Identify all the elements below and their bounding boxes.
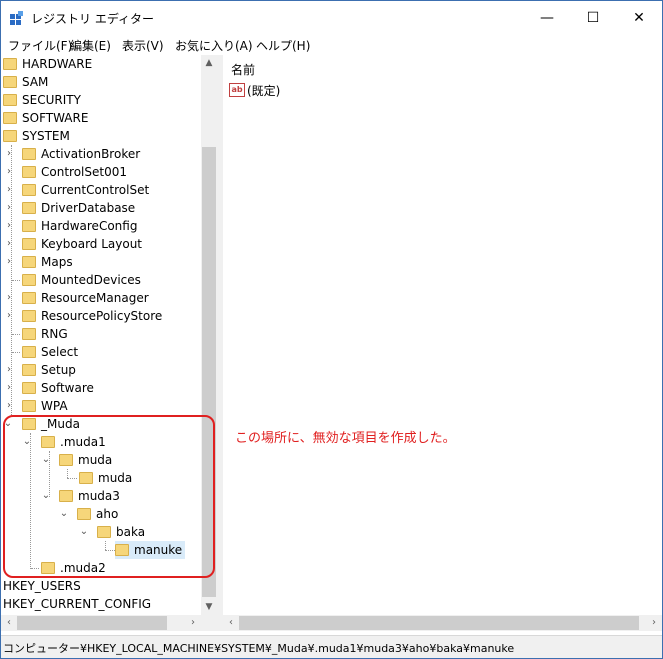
tree-item-resourcepolicystore[interactable]: ResourcePolicyStore <box>22 307 162 325</box>
chevron-right-icon[interactable]: › <box>4 382 14 393</box>
title-bar[interactable]: レジストリ エディター — ☐ ✕ <box>1 1 662 35</box>
status-bar: コンピューター¥HKEY_LOCAL_MACHINE¥SYSTEM¥_Muda¥… <box>1 635 662 658</box>
folder-icon <box>3 94 17 106</box>
chevron-right-icon[interactable]: › <box>4 364 14 375</box>
tree-item-setup[interactable]: Setup <box>22 361 76 379</box>
tree-item-sam[interactable]: SAM <box>3 73 48 91</box>
folder-icon <box>3 130 17 142</box>
menu-view[interactable]: 表示(V) <box>122 37 164 54</box>
highlight-box <box>3 415 215 578</box>
chevron-right-icon[interactable]: › <box>4 292 14 303</box>
folder-icon <box>22 148 36 160</box>
scroll-thumb[interactable] <box>239 616 639 630</box>
chevron-right-icon[interactable]: › <box>4 148 14 159</box>
menu-help[interactable]: ヘルプ(H) <box>256 37 310 54</box>
chevron-right-icon[interactable]: › <box>4 184 14 195</box>
chevron-right-icon[interactable]: › <box>4 400 14 411</box>
minimize-button[interactable]: — <box>524 1 570 35</box>
annotation-text: この場所に、無効な項目を作成した。 <box>235 431 456 446</box>
folder-icon <box>22 184 36 196</box>
folder-icon <box>3 76 17 88</box>
chevron-right-icon[interactable]: › <box>4 310 14 321</box>
tree-item-hkey-users[interactable]: HKEY_USERS <box>3 577 81 595</box>
tree-item-rng[interactable]: RNG <box>22 325 68 343</box>
close-button[interactable]: ✕ <box>616 1 662 35</box>
folder-icon <box>3 58 17 70</box>
folder-icon <box>22 292 36 304</box>
tree-item-system[interactable]: SYSTEM <box>3 127 70 145</box>
scroll-thumb[interactable] <box>17 616 167 630</box>
tree-horizontal-scrollbar[interactable]: ‹ › <box>1 615 217 631</box>
tree-item-currentcontrolset[interactable]: CurrentControlSet <box>22 181 149 199</box>
folder-icon <box>22 220 36 232</box>
tree-item-hardwareconfig[interactable]: HardwareConfig <box>22 217 137 235</box>
scroll-up-icon[interactable]: ▲ <box>201 55 217 71</box>
folder-icon <box>22 238 36 250</box>
tree-item-select[interactable]: Select <box>22 343 78 361</box>
menu-edit[interactable]: 編集(E) <box>70 37 111 54</box>
scroll-left-icon[interactable]: ‹ <box>1 615 17 631</box>
chevron-right-icon[interactable]: › <box>4 202 14 213</box>
folder-icon <box>22 310 36 322</box>
folder-icon <box>22 364 36 376</box>
value-row-default[interactable]: ab (既定) <box>229 81 280 99</box>
tree-item-resourcemanager[interactable]: ResourceManager <box>22 289 149 307</box>
key-path: コンピューター¥HKEY_LOCAL_MACHINE¥SYSTEM¥_Muda¥… <box>3 642 515 655</box>
registry-editor-window: レジストリ エディター — ☐ ✕ ファイル(F) 編集(E) 表示(V) お気… <box>0 0 663 659</box>
tree-item-hkey-current-config[interactable]: HKEY_CURRENT_CONFIG <box>3 595 151 613</box>
tree-item-hardware[interactable]: HARDWARE <box>3 55 92 73</box>
scroll-left-icon[interactable]: ‹ <box>223 615 239 631</box>
folder-icon <box>22 400 36 412</box>
folder-icon <box>22 382 36 394</box>
scroll-right-icon[interactable]: › <box>185 615 201 631</box>
folder-icon <box>22 166 36 178</box>
folder-icon <box>3 112 17 124</box>
tree-item-security[interactable]: SECURITY <box>3 91 81 109</box>
tree-item-wpa[interactable]: WPA <box>22 397 68 415</box>
menu-favorites[interactable]: お気に入り(A) <box>175 37 253 54</box>
menu-file[interactable]: ファイル(F) <box>8 37 72 54</box>
column-header-name[interactable]: 名前 <box>231 61 255 78</box>
chevron-right-icon[interactable]: › <box>4 166 14 177</box>
tree-item-software-sub[interactable]: Software <box>22 379 94 397</box>
string-value-icon: ab <box>229 83 245 97</box>
tree-item-keyboard-layout[interactable]: Keyboard Layout <box>22 235 142 253</box>
tree-item-driverdatabase[interactable]: DriverDatabase <box>22 199 135 217</box>
maximize-button[interactable]: ☐ <box>570 1 616 35</box>
folder-icon <box>22 328 36 340</box>
folder-icon <box>22 274 36 286</box>
registry-editor-icon <box>10 11 23 25</box>
tree-item-mounteddevices[interactable]: MountedDevices <box>22 271 141 289</box>
scroll-down-icon[interactable]: ▼ <box>201 599 217 615</box>
window-title: レジストリ エディター <box>31 12 154 26</box>
menu-bar: ファイル(F) 編集(E) 表示(V) お気に入り(A) ヘルプ(H) <box>1 35 662 55</box>
tree-item-activationbroker[interactable]: ActivationBroker <box>22 145 140 163</box>
folder-icon <box>22 256 36 268</box>
tree-item-controlset001[interactable]: ControlSet001 <box>22 163 127 181</box>
tree-item-software[interactable]: SOFTWARE <box>3 109 88 127</box>
chevron-right-icon[interactable]: › <box>4 220 14 231</box>
value-list-pane[interactable]: 名前 ab (既定) ‹ › <box>223 55 662 631</box>
tree-item-maps[interactable]: Maps <box>22 253 73 271</box>
list-horizontal-scrollbar[interactable]: ‹ › <box>223 615 662 631</box>
folder-icon <box>22 202 36 214</box>
chevron-right-icon[interactable]: › <box>4 256 14 267</box>
chevron-right-icon[interactable]: › <box>4 238 14 249</box>
folder-icon <box>22 346 36 358</box>
scroll-right-icon[interactable]: › <box>646 615 662 631</box>
